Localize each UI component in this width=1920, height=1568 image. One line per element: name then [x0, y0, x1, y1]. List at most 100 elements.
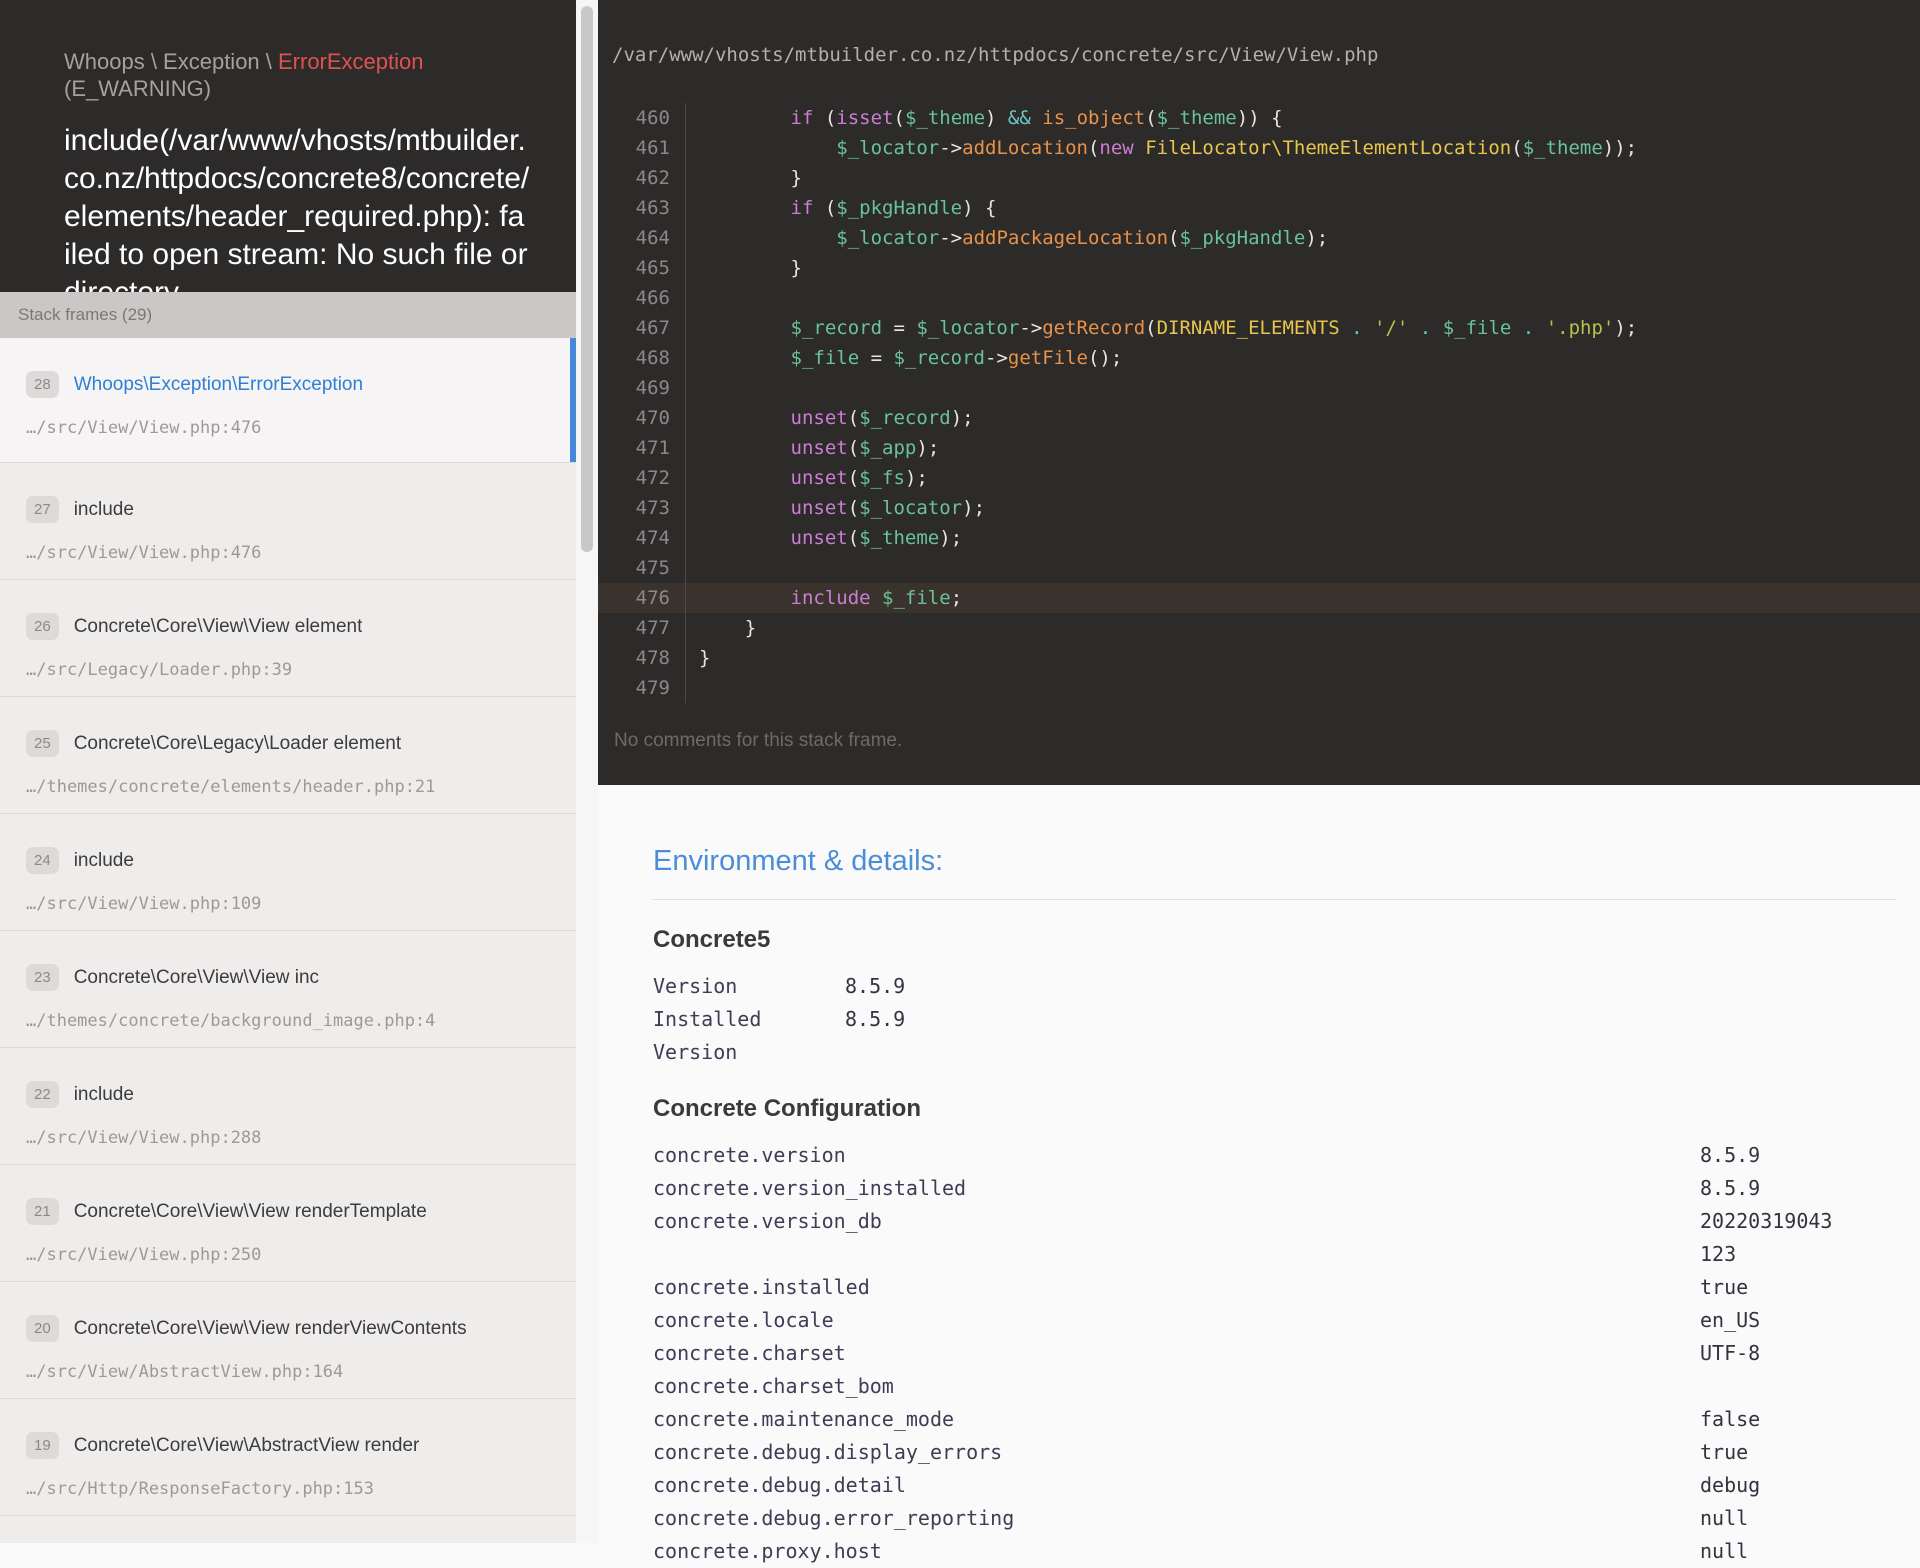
frame-file-path: …/src/View/View.php:250 — [26, 1245, 550, 1265]
code-line-460: 460 if (isset($_theme) && is_object($_th… — [598, 103, 1920, 133]
frame-file-path: …/themes/concrete/background_image.php:4 — [26, 1011, 550, 1031]
env-value: 8.5.9 — [845, 1003, 1153, 1069]
code-text: unset($_fs); — [686, 463, 928, 493]
frame-title: include — [74, 850, 134, 872]
stack-frames-list: 28Whoops\Exception\ErrorException…/src/V… — [0, 338, 576, 1543]
code-line-464: 464 $_locator->addPackageLocation($_pkgH… — [598, 223, 1920, 253]
stack-frame-18[interactable]: 18 — [0, 1516, 576, 1543]
frame-number-badge: 20 — [26, 1315, 59, 1342]
frame-file-path: …/src/Http/ResponseFactory.php:153 — [26, 1479, 550, 1499]
code-text: if (isset($_theme) && is_object($_theme)… — [686, 103, 1283, 133]
frame-head: 23Concrete\Core\View\View inc — [26, 964, 550, 991]
config-row: concrete.installedtrue — [653, 1271, 1840, 1304]
stack-frame-19[interactable]: 19Concrete\Core\View\AbstractView render… — [0, 1399, 576, 1516]
code-text: } — [686, 613, 756, 643]
code-line-475: 475 — [598, 553, 1920, 583]
env-key: concrete.installed — [653, 1271, 1700, 1304]
frame-head: 25Concrete\Core\Legacy\Loader element — [26, 730, 550, 757]
code-text: $_locator->addPackageLocation($_pkgHandl… — [686, 223, 1328, 253]
concrete5-row: Version8.5.9 — [653, 970, 1153, 1003]
code-line-473: 473 unset($_locator); — [598, 493, 1920, 523]
config-row: concrete.debug.detaildebug — [653, 1469, 1840, 1502]
line-number: 478 — [598, 643, 686, 673]
env-key: concrete.version_db — [653, 1205, 1700, 1271]
code-line-467: 467 $_record = $_locator->getRecord(DIRN… — [598, 313, 1920, 343]
divider — [653, 899, 1896, 900]
source-file-path: /var/www/vhosts/mtbuilder.co.nz/httpdocs… — [612, 44, 1378, 66]
code-viewer: 460 if (isset($_theme) && is_object($_th… — [598, 103, 1920, 703]
line-number: 463 — [598, 193, 686, 223]
env-key: concrete.locale — [653, 1304, 1700, 1337]
frame-head: 21Concrete\Core\View\View renderTemplate — [26, 1198, 550, 1225]
code-line-462: 462 } — [598, 163, 1920, 193]
frame-file-path: …/themes/concrete/elements/header.php:21 — [26, 777, 550, 797]
sidebar-scrollbar-track[interactable] — [576, 0, 598, 1543]
stack-frame-21[interactable]: 21Concrete\Core\View\View renderTemplate… — [0, 1165, 576, 1282]
sidebar-scrollbar-thumb[interactable] — [581, 6, 593, 552]
config-row: concrete.debug.display_errorstrue — [653, 1436, 1840, 1469]
line-number: 477 — [598, 613, 686, 643]
line-number: 462 — [598, 163, 686, 193]
code-text: include $_file; — [686, 583, 962, 613]
frame-number-badge: 26 — [26, 613, 59, 640]
env-value: null — [1700, 1535, 1840, 1568]
code-text: if ($_pkgHandle) { — [686, 193, 996, 223]
code-line-470: 470 unset($_record); — [598, 403, 1920, 433]
line-number: 469 — [598, 373, 686, 403]
line-number: 472 — [598, 463, 686, 493]
line-number: 465 — [598, 253, 686, 283]
env-value: 8.5.9 — [845, 970, 1153, 1003]
config-row: concrete.proxy.hostnull — [653, 1535, 1840, 1568]
line-number: 467 — [598, 313, 686, 343]
env-value: true — [1700, 1271, 1840, 1304]
frame-file-path: …/src/View/View.php:476 — [26, 543, 550, 563]
stack-frame-24[interactable]: 24include…/src/View/View.php:109 — [0, 814, 576, 931]
frame-number-badge: 22 — [26, 1081, 59, 1108]
env-value: null — [1700, 1502, 1840, 1535]
code-text: unset($_locator); — [686, 493, 985, 523]
code-line-461: 461 $_locator->addLocation(new FileLocat… — [598, 133, 1920, 163]
frame-number-badge: 24 — [26, 847, 59, 874]
line-number: 466 — [598, 283, 686, 313]
line-number: 471 — [598, 433, 686, 463]
code-text — [686, 553, 710, 583]
stack-frame-27[interactable]: 27 include …/src/View/View.php:476 — [0, 463, 576, 580]
stack-frame-25[interactable]: 25Concrete\Core\Legacy\Loader element …/t… — [0, 697, 576, 814]
stack-frame-28[interactable]: 28Whoops\Exception\ErrorException…/src/V… — [0, 338, 576, 463]
code-text: unset($_record); — [686, 403, 974, 433]
line-number: 470 — [598, 403, 686, 433]
frame-title: Concrete\Core\View\View element — [74, 616, 363, 638]
line-number: 473 — [598, 493, 686, 523]
frame-number-badge: 19 — [26, 1432, 59, 1459]
config-row: concrete.version_db20220319043123 — [653, 1205, 1840, 1271]
code-line-468: 468 $_file = $_record->getFile(); — [598, 343, 1920, 373]
env-key: concrete.charset_bom — [653, 1370, 1700, 1403]
code-line-471: 471 unset($_app); — [598, 433, 1920, 463]
frame-file-path: …/src/View/View.php:288 — [26, 1128, 550, 1148]
concrete5-heading: Concrete5 — [653, 926, 1896, 954]
env-value: false — [1700, 1403, 1840, 1436]
stack-frame-20[interactable]: 20Concrete\Core\View\View renderViewCont… — [0, 1282, 576, 1399]
frame-title: include — [74, 499, 134, 521]
code-line-463: 463 if ($_pkgHandle) { — [598, 193, 1920, 223]
frame-head: 20Concrete\Core\View\View renderViewCont… — [26, 1315, 550, 1342]
line-number: 474 — [598, 523, 686, 553]
stack-frame-23[interactable]: 23Concrete\Core\View\View inc …/themes/co… — [0, 931, 576, 1048]
env-value: UTF-8 — [1700, 1337, 1840, 1370]
code-line-477: 477 } — [598, 613, 1920, 643]
exception-header: Whoops \ Exception \ ErrorException (E_W… — [0, 0, 576, 292]
env-key: concrete.version — [653, 1139, 1700, 1172]
code-line-465: 465 } — [598, 253, 1920, 283]
line-number: 460 — [598, 103, 686, 133]
env-key: concrete.debug.detail — [653, 1469, 1700, 1502]
concrete-configuration-table: concrete.version8.5.9concrete.version_in… — [653, 1139, 1840, 1568]
frame-number-badge: 25 — [26, 730, 59, 757]
stack-frame-22[interactable]: 22include…/src/View/View.php:288 — [0, 1048, 576, 1165]
frame-title: Concrete\Core\View\View inc — [74, 967, 319, 989]
env-key: concrete.debug.display_errors — [653, 1436, 1700, 1469]
frame-head: 24 include — [26, 847, 550, 874]
frame-number-badge: 27 — [26, 496, 59, 523]
code-line-466: 466 — [598, 283, 1920, 313]
environment-title: Environment & details: — [653, 845, 1896, 878]
stack-frame-26[interactable]: 26Concrete\Core\View\View element…/src/L… — [0, 580, 576, 697]
